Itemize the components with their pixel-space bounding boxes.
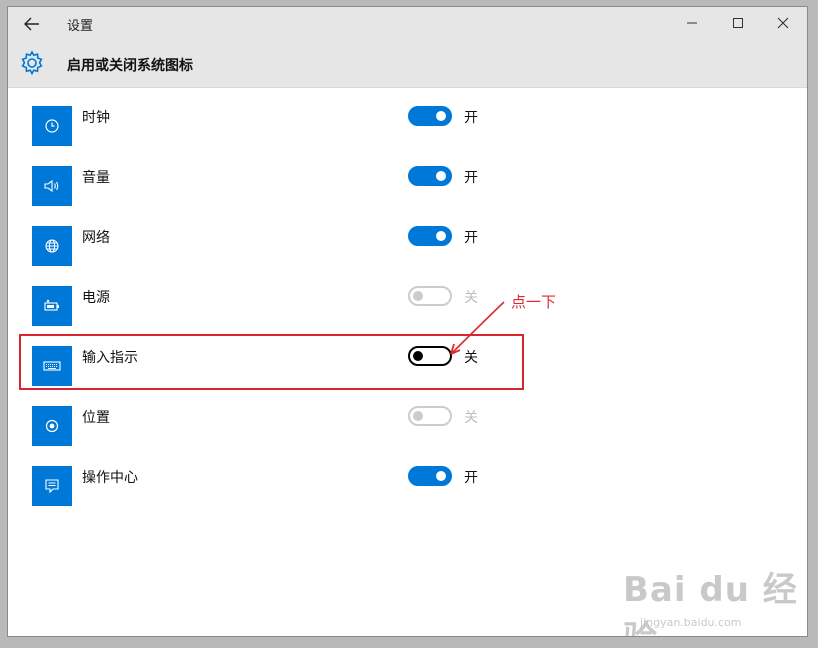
- watermark-url: jingyan.baidu.com: [640, 616, 742, 629]
- settings-window: 设置 启用或关闭系统图标 时钟 开 音量 开 网络 开 电源 关 输入指示 关 …: [7, 6, 808, 637]
- baidu-watermark: Bai du 经验 jingyan.baidu.com: [623, 562, 807, 636]
- annotation-arrow-icon: [450, 301, 505, 355]
